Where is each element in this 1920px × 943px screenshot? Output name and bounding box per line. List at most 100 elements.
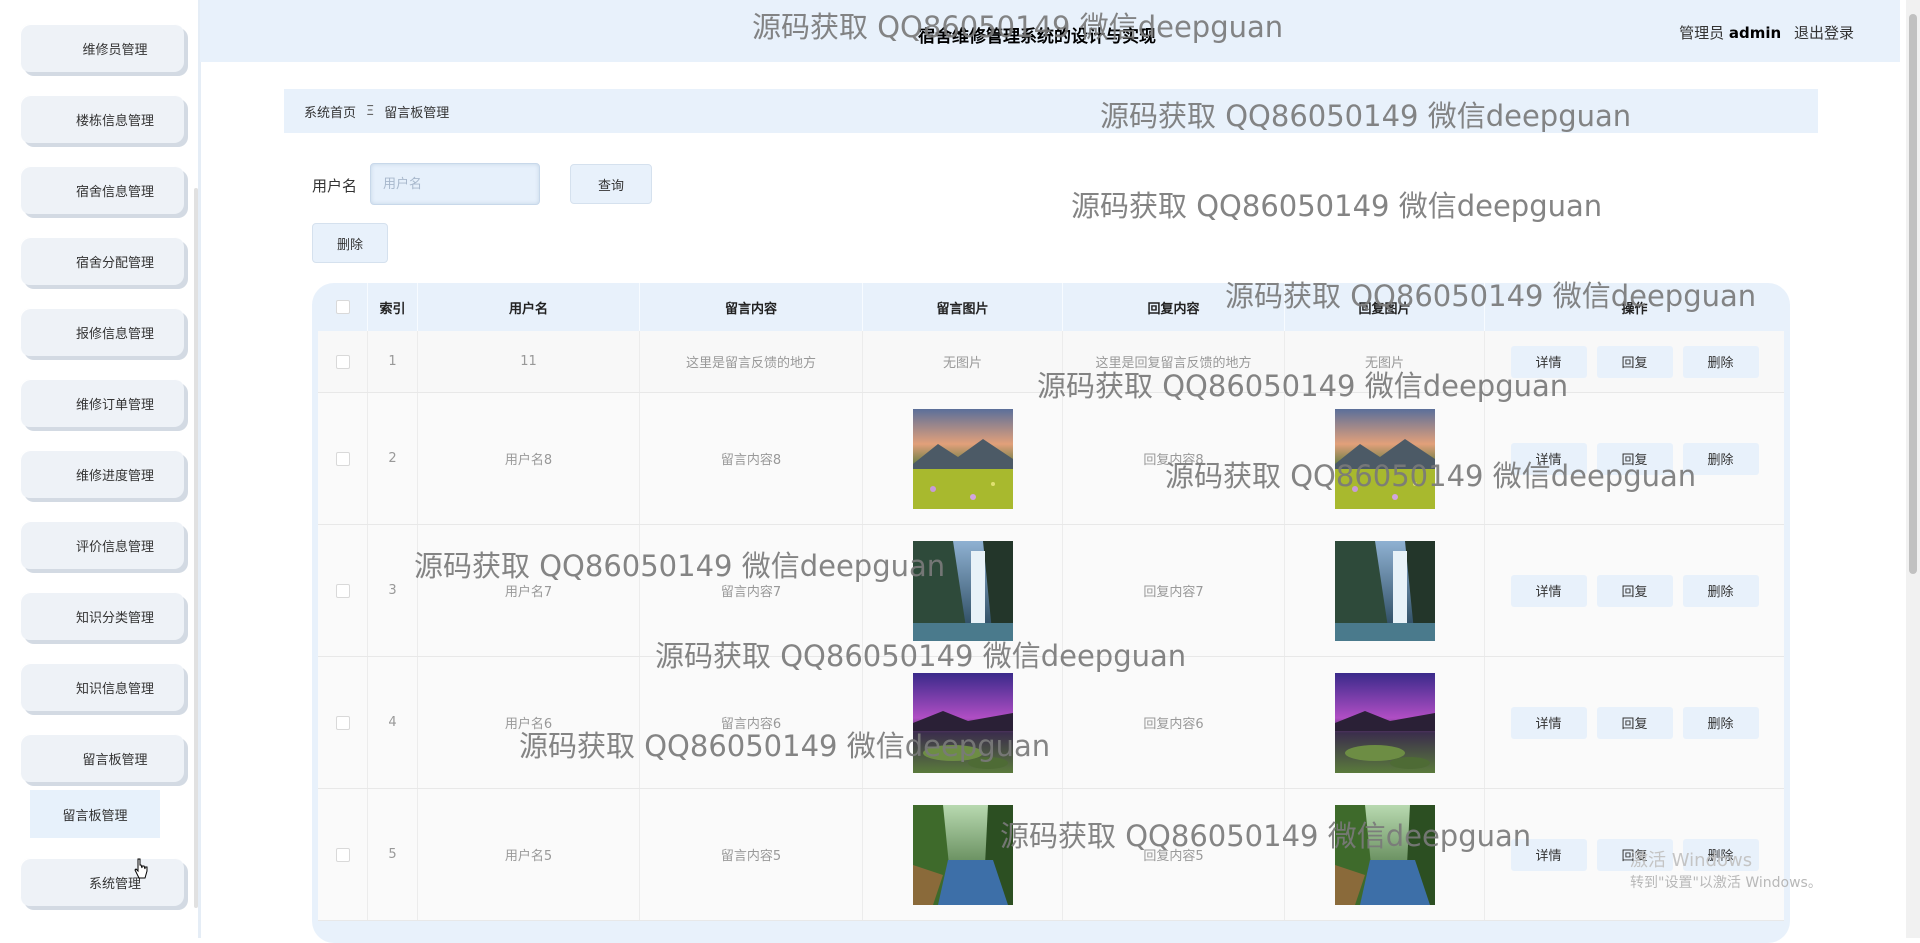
row-delete-button[interactable]: 删除 — [1682, 442, 1759, 475]
row-delete-button[interactable]: 删除 — [1682, 574, 1759, 607]
row-checkbox[interactable] — [335, 354, 350, 369]
cell-content: 留言内容7 — [640, 525, 863, 656]
cell-index: 4 — [368, 657, 418, 788]
table-row: 3 用户名7 留言内容7 回复内容7 详情 回复 删除 — [318, 525, 1784, 657]
cell-reply: 回复内容8 — [1063, 393, 1285, 524]
sidebar-item-knowledge-info[interactable]: 知识信息管理 — [20, 663, 184, 711]
username-label: admin — [1728, 24, 1782, 42]
row-checkbox[interactable] — [335, 715, 350, 730]
cell-content: 留言内容6 — [640, 657, 863, 788]
windows-activation-hint: 转到"设置"以激活 Windows。 — [1630, 875, 1822, 891]
cell-content: 这里是留言反馈的地方 — [640, 331, 863, 392]
sidebar-item-message-board[interactable]: 留言板管理 — [20, 734, 184, 782]
row-delete-button[interactable]: 删除 — [1682, 345, 1759, 378]
cell-index: 1 — [368, 331, 418, 392]
table-row: 2 用户名8 留言内容8 回复内容8 详情 回复 删除 — [318, 393, 1784, 525]
cell-reply: 回复内容7 — [1063, 525, 1285, 656]
cell-message-image[interactable] — [863, 525, 1063, 656]
header-content: 留言内容 — [640, 283, 863, 331]
cell-reply-image[interactable] — [1285, 789, 1485, 920]
header-actions: 操作 — [1621, 301, 1648, 317]
cell-message-image[interactable] — [863, 393, 1063, 524]
page-scrollbar[interactable] — [1906, 0, 1920, 938]
breadcrumb-current: 留言板管理 — [384, 105, 450, 121]
row-checkbox[interactable] — [335, 451, 350, 466]
reply-button[interactable]: 回复 — [1596, 706, 1673, 739]
row-checkbox-cell — [318, 657, 368, 788]
cell-index: 5 — [368, 789, 418, 920]
row-delete-button[interactable]: 删除 — [1682, 706, 1759, 739]
cell-reply-image: 无图片 — [1285, 331, 1485, 392]
sidebar-item-evaluation[interactable]: 评价信息管理 — [20, 521, 184, 569]
detail-button[interactable]: 详情 — [1510, 345, 1587, 378]
header-reply: 回复内容 — [1063, 283, 1285, 331]
detail-button[interactable]: 详情 — [1510, 838, 1587, 871]
role-label: 管理员 — [1679, 24, 1725, 42]
reply-button[interactable]: 回复 — [1596, 574, 1673, 607]
cell-actions: 详情 回复 删除 — [1485, 657, 1784, 788]
breadcrumb-home[interactable]: 系统首页 — [304, 102, 356, 121]
row-checkbox-cell — [318, 525, 368, 656]
header-username: 用户名 — [418, 283, 640, 331]
sidebar-item-system[interactable]: 系统管理 — [20, 858, 184, 906]
header-reply-image: 回复图片 — [1285, 283, 1485, 331]
batch-delete-button[interactable]: 删除 — [312, 223, 388, 263]
top-header: 宿舍维修管理系统的设计与实现 管理员 admin 退出登录 — [200, 0, 1900, 62]
cell-actions: 详情 回复 删除 — [1485, 393, 1784, 524]
cell-message-image[interactable] — [863, 789, 1063, 920]
cell-username: 用户名5 — [418, 789, 640, 920]
table-header: 索引 用户名 留言内容 留言图片 回复内容 回复图片 操作 — [318, 283, 1784, 331]
message-table: 索引 用户名 留言内容 留言图片 回复内容 回复图片 操作 1 11 这里是留言反馈… — [312, 283, 1790, 943]
user-area: 管理员 admin 退出登录 — [1679, 22, 1854, 43]
breadcrumb: 系统首页 Ξ 留言板管理 — [284, 89, 1818, 133]
row-checkbox-cell — [318, 393, 368, 524]
page-scrollbar-thumb[interactable] — [1909, 14, 1917, 574]
cell-index: 2 — [368, 393, 418, 524]
header-index: 索引 — [368, 283, 418, 331]
sidebar-item-repair-order[interactable]: 维修订单管理 — [20, 379, 184, 427]
search-username-input[interactable] — [370, 163, 540, 205]
sidebar-scrollbar[interactable] — [194, 188, 198, 908]
sidebar-item-dorm-assign[interactable]: 宿舍分配管理 — [20, 237, 184, 285]
cell-actions: 详情 回复 删除 — [1485, 331, 1784, 392]
query-button[interactable]: 查询 — [570, 164, 652, 204]
cell-reply-image[interactable] — [1285, 393, 1485, 524]
cell-message-image: 无图片 — [863, 331, 1063, 392]
logout-button[interactable]: 退出登录 — [1794, 24, 1854, 42]
row-checkbox[interactable] — [335, 583, 350, 598]
row-checkbox[interactable] — [335, 847, 350, 862]
cell-reply-image[interactable] — [1285, 525, 1485, 656]
sidebar-item-repair-info[interactable]: 报修信息管理 — [20, 308, 184, 356]
reply-button[interactable]: 回复 — [1596, 345, 1673, 378]
cell-message-image[interactable] — [863, 657, 1063, 788]
sidebar-item-repairman[interactable]: 维修员管理 — [20, 24, 184, 72]
cell-username: 11 — [418, 331, 640, 392]
sidebar-item-repair-progress[interactable]: 维修进度管理 — [20, 450, 184, 498]
reply-button[interactable]: 回复 — [1596, 442, 1673, 475]
select-all-checkbox[interactable] — [335, 300, 350, 314]
detail-button[interactable]: 详情 — [1510, 442, 1587, 475]
sidebar-subitem-message-board[interactable]: 留言板管理 — [30, 790, 160, 838]
table-row: 4 用户名6 留言内容6 回复内容6 详情 回复 删除 — [318, 657, 1784, 789]
row-checkbox-cell — [318, 331, 368, 392]
cell-username: 用户名6 — [418, 657, 640, 788]
sidebar-item-knowledge-category[interactable]: 知识分类管理 — [20, 592, 184, 640]
cell-reply: 这里是回复留言反馈的地方 — [1063, 331, 1285, 392]
header-image: 留言图片 — [863, 283, 1063, 331]
detail-button[interactable]: 详情 — [1510, 706, 1587, 739]
watermark-text: 源码获取 QQ86050149 微信deepguan — [1071, 189, 1603, 223]
cell-content: 留言内容8 — [640, 393, 863, 524]
cell-reply-image[interactable] — [1285, 657, 1485, 788]
cell-username: 用户名8 — [418, 393, 640, 524]
table-body: 1 11 这里是留言反馈的地方 无图片 这里是回复留言反馈的地方 无图片 详情 回复 删除… — [318, 331, 1784, 921]
detail-button[interactable]: 详情 — [1510, 574, 1587, 607]
cell-reply: 回复内容6 — [1063, 657, 1285, 788]
sidebar-item-building[interactable]: 楼栋信息管理 — [20, 95, 184, 143]
table-row: 5 用户名5 留言内容5 回复内容5 详情 回复 删除 — [318, 789, 1784, 921]
sidebar-item-dorm[interactable]: 宿舍信息管理 — [20, 166, 184, 214]
windows-activation-title: 激活 Windows — [1630, 850, 1753, 871]
cell-reply: 回复内容5 — [1063, 789, 1285, 920]
sidebar: 维修员管理 楼栋信息管理 宿舍信息管理 宿舍分配管理 报修信息管理 维修订单管理… — [0, 0, 201, 938]
cell-index: 3 — [368, 525, 418, 656]
app-title: 宿舍维修管理系统的设计与实现 — [918, 27, 1156, 47]
